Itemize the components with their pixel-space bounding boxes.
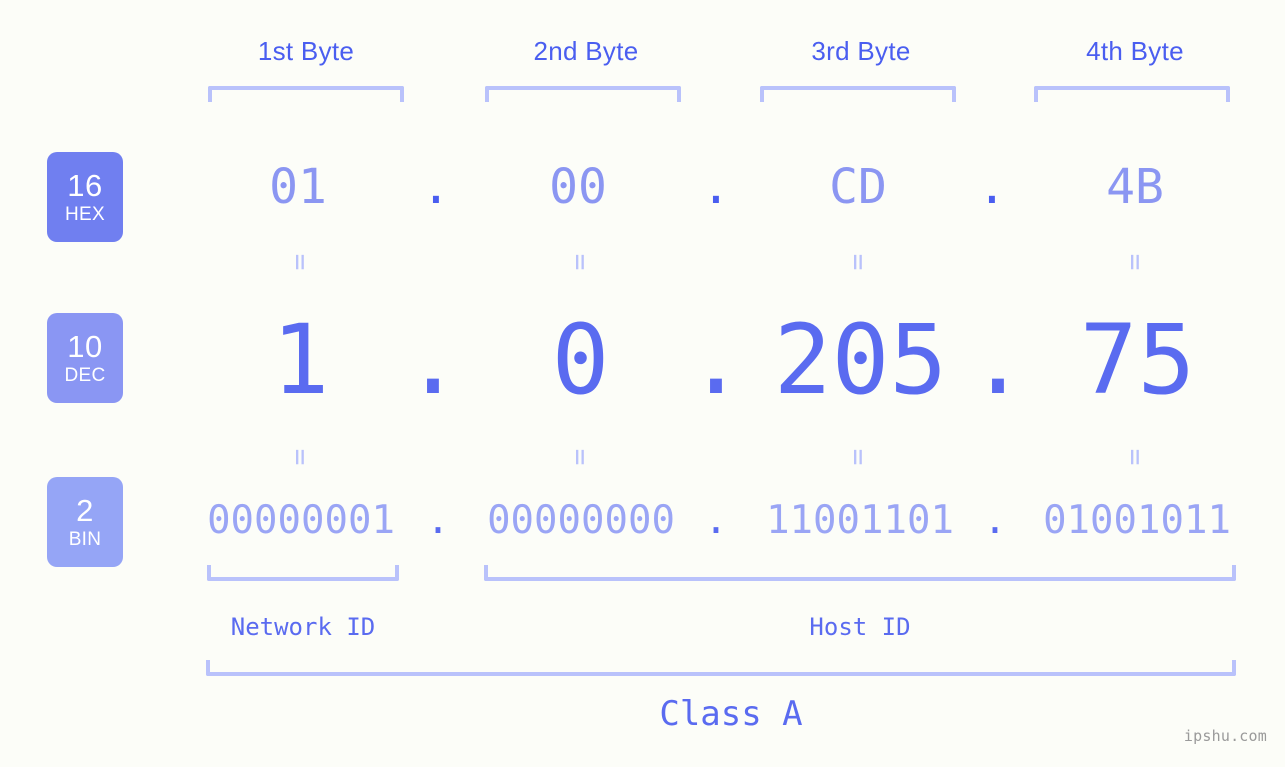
hex-octet-4: 4B [1106, 159, 1164, 215]
base-badge-dec-number: 10 [67, 329, 103, 364]
dec-octet-4: 75 [1079, 304, 1196, 416]
bin-separator-2: . [704, 498, 728, 543]
base-badge-hex-label: HEX [65, 204, 105, 225]
dec-separator-1: . [404, 304, 462, 416]
hex-separator-2: . [701, 159, 731, 215]
byte-header-label-3: 3rd Byte [811, 36, 911, 66]
base-badge-bin-number: 2 [76, 493, 94, 528]
watermark: ipshu.com [1183, 727, 1267, 745]
base-badge-bin: 2 BIN [47, 477, 123, 567]
equals-icon-dec-bin-1: = [284, 448, 317, 464]
bin-octet-3: 11001101 [766, 498, 954, 543]
equals-icon-hex-dec-3: = [842, 253, 875, 269]
dec-separator-2: . [687, 304, 745, 416]
bin-octet-4: 01001011 [1043, 498, 1231, 543]
byte-header-label-4: 4th Byte [1086, 36, 1184, 66]
equals-icon-dec-bin-2: = [564, 448, 597, 464]
ip-address-breakdown-diagram: 1st Byte 2nd Byte 3rd Byte 4th Byte 16 H… [0, 0, 1285, 767]
byte-bracket-1 [208, 86, 404, 102]
hex-separator-3: . [977, 159, 1007, 215]
host-id-bracket [484, 565, 1236, 581]
equals-icon-hex-dec-2: = [564, 253, 597, 269]
hex-octet-1: 01 [269, 159, 327, 215]
hex-octet-2: 00 [549, 159, 607, 215]
bin-octet-1: 00000001 [207, 498, 395, 543]
bin-separator-1: . [426, 498, 450, 543]
base-badge-bin-label: BIN [68, 529, 102, 550]
byte-bracket-2 [485, 86, 681, 102]
dec-separator-3: . [969, 304, 1027, 416]
hex-separator-1: . [421, 159, 451, 215]
byte-header-label-1: 1st Byte [257, 36, 355, 66]
bin-octet-2: 00000000 [487, 498, 675, 543]
bin-separator-3: . [983, 498, 1007, 543]
base-badge-dec-label: DEC [64, 365, 106, 386]
byte-bracket-4 [1034, 86, 1230, 102]
dec-octet-1: 1 [271, 304, 330, 416]
byte-bracket-3 [760, 86, 956, 102]
hex-octet-3: CD [829, 159, 887, 215]
byte-header-label-2: 2nd Byte [533, 36, 639, 66]
base-badge-hex: 16 HEX [47, 152, 123, 242]
equals-icon-hex-dec-1: = [284, 253, 317, 269]
equals-icon-hex-dec-4: = [1119, 253, 1152, 269]
network-id-label: Network ID [230, 613, 376, 641]
network-id-bracket [207, 565, 399, 581]
dec-octet-2: 0 [551, 304, 610, 416]
base-badge-hex-number: 16 [67, 168, 103, 203]
dec-octet-3: 205 [773, 304, 948, 416]
equals-icon-dec-bin-3: = [842, 448, 875, 464]
class-label: Class A [659, 694, 803, 734]
base-badge-dec: 10 DEC [47, 313, 123, 403]
class-bracket [206, 660, 1236, 676]
equals-icon-dec-bin-4: = [1119, 448, 1152, 464]
host-id-label: Host ID [809, 613, 911, 641]
